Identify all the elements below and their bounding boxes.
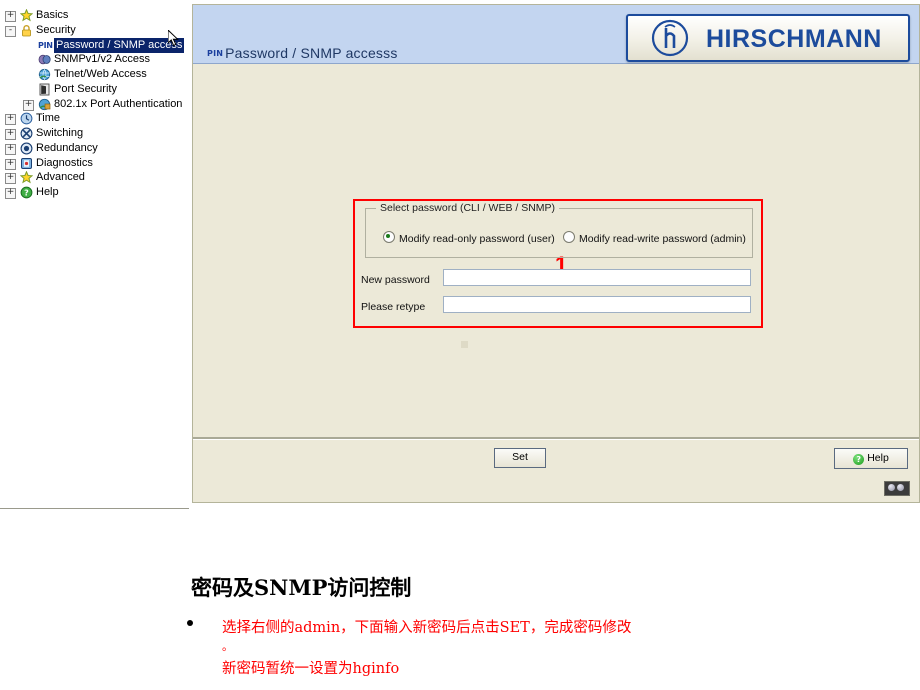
expand-icon[interactable]: +	[5, 114, 16, 126]
tree-item-label: Redundancy	[36, 141, 98, 154]
tree-item-label: Help	[36, 186, 59, 198]
help-icon: ?	[20, 186, 33, 199]
new-password-label: New password	[361, 274, 430, 286]
tree-item-label: SNMPv1/v2 Access	[54, 53, 150, 66]
pin-icon: PIN	[38, 40, 53, 50]
device-page: PIN Password / SNMP accesss HIRSCHMANN 1 …	[188, 0, 920, 508]
hirschmann-logo: HIRSCHMANN	[626, 14, 910, 62]
radio-read-write-password[interactable]: Modify read-write password (admin)	[563, 231, 746, 245]
tree-item-label: 802.1x Port Authentication	[54, 97, 183, 110]
mouse-cursor	[168, 30, 179, 47]
help-button-label: Help	[867, 452, 889, 464]
tree-item-label: Advanced	[36, 171, 85, 184]
navigation-tree-panel[interactable]: + Basics - Security PIN Password / SNMP acce…	[0, 0, 189, 509]
pin-icon: PIN	[207, 49, 224, 58]
tree-item-label: Time	[36, 112, 61, 125]
expand-icon[interactable]: +	[5, 173, 16, 185]
slide-notes: 密码及SNMP访问控制 选择右侧的admin，下面输入新密码后点击SET，完成密…	[0, 510, 920, 690]
notes-title: 密码及SNMP访问控制	[191, 575, 412, 600]
expand-icon[interactable]: +	[5, 129, 16, 140]
expand-icon[interactable]: +	[23, 99, 34, 111]
help-button[interactable]: ? Help	[834, 448, 908, 469]
question-icon: ?	[853, 454, 865, 465]
page-title-text: Password / SNMP accesss	[225, 45, 398, 61]
set-button[interactable]: Set	[494, 448, 546, 468]
device-web-interface-screenshot: + Basics - Security PIN Password / SNMP acce…	[0, 0, 920, 510]
globe-icon	[38, 68, 51, 81]
radio-read-only-indicator[interactable]	[383, 231, 395, 243]
tree-item-label: Switching	[36, 127, 84, 139]
diagnostics-icon	[20, 157, 33, 170]
brand-text: HIRSCHMANN	[706, 25, 882, 53]
expand-icon[interactable]: +	[5, 11, 16, 22]
radio-read-write-indicator[interactable]	[563, 231, 575, 243]
note-line-2: 。	[222, 640, 233, 653]
bullet-icon	[187, 620, 193, 626]
please-retype-input[interactable]	[443, 296, 751, 313]
tree-item-label: Port Security	[54, 82, 117, 95]
two-led-status-icon	[884, 481, 910, 496]
padlock-icon	[20, 24, 33, 37]
please-retype-label: Please retype	[361, 301, 426, 313]
tree-item-label: Basics	[36, 9, 69, 21]
collapse-icon[interactable]: -	[5, 25, 16, 37]
svg-text:?: ?	[24, 189, 29, 198]
tree-item-label: Password / SNMP access	[54, 37, 185, 53]
expand-icon[interactable]: +	[5, 143, 16, 155]
tree-item-label: Telnet/Web Access	[54, 68, 147, 80]
page-inner-frame: PIN Password / SNMP accesss HIRSCHMANN 1 …	[192, 4, 920, 503]
clock-icon	[20, 112, 33, 125]
page-header-band: PIN Password / SNMP accesss HIRSCHMANN	[193, 5, 919, 64]
h-in-circle-logo-icon	[651, 19, 689, 57]
door-icon	[38, 83, 51, 96]
radio-read-only-label: Modify read-only password (user)	[399, 233, 555, 245]
expand-icon[interactable]: +	[5, 158, 16, 170]
new-password-input[interactable]	[443, 269, 751, 286]
decorative-square	[461, 341, 468, 348]
masks-icon	[38, 53, 51, 66]
radio-read-write-label: Modify read-write password (admin)	[579, 233, 746, 245]
expand-icon[interactable]: +	[5, 188, 16, 199]
page-title: PIN Password / SNMP accesss	[207, 45, 398, 61]
page-content: 1 Select password (CLI / WEB / SNMP) Mod…	[193, 64, 919, 439]
star-icon	[19, 8, 34, 22]
tree-item-label: Diagnostics	[36, 156, 93, 169]
note-line-3: 新密码暂统一设置为hginfo	[222, 661, 400, 677]
shield-globe-icon	[38, 98, 51, 111]
tree-item-label: Security	[36, 23, 76, 36]
page-footer: Set ? Help	[193, 440, 919, 502]
switch-icon	[20, 127, 33, 140]
select-password-legend: Select password (CLI / WEB / SNMP)	[376, 202, 560, 214]
ring-icon	[20, 142, 33, 155]
note-line-1: 选择右侧的admin，下面输入新密码后点击SET，完成密码修改	[222, 620, 632, 636]
star-icon	[19, 170, 34, 184]
radio-read-only-password[interactable]: Modify read-only password (user)	[383, 231, 555, 245]
